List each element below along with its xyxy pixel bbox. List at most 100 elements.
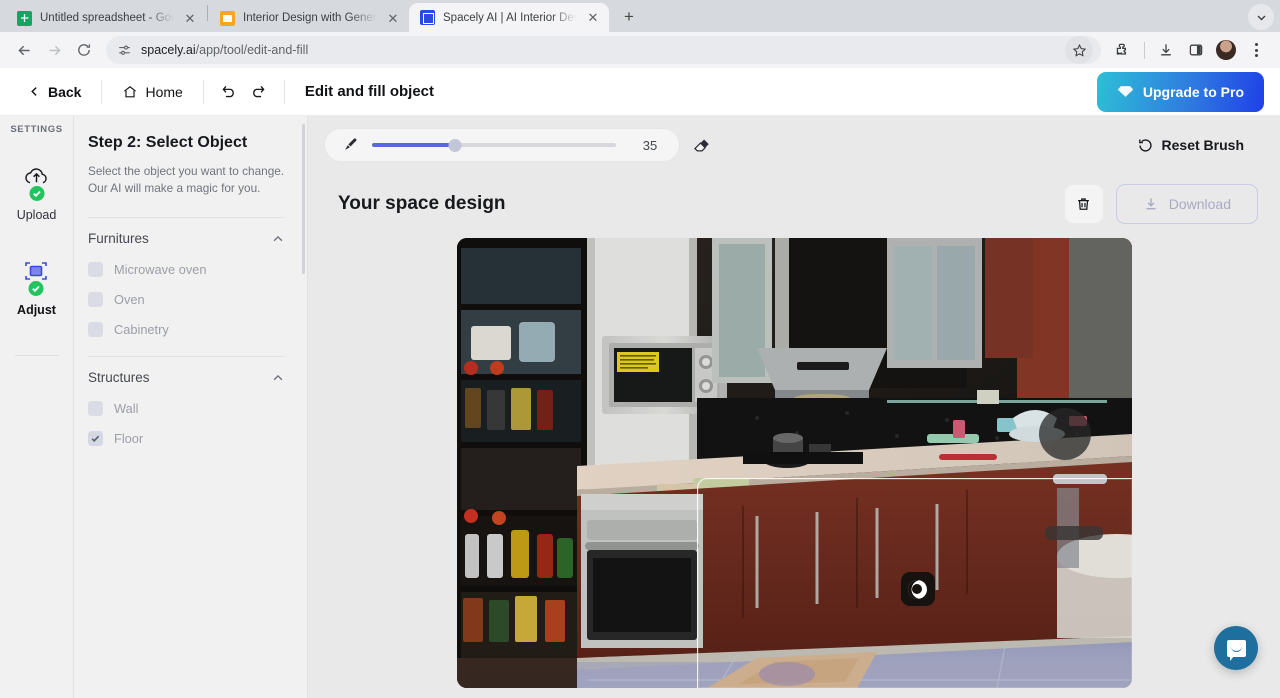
upgrade-to-pro-button[interactable]: Upgrade to Pro	[1097, 72, 1264, 112]
option-label: Oven	[114, 292, 145, 307]
kitchen-photo[interactable]	[457, 238, 1132, 688]
tab-title: Untitled spreadsheet - Google Sheets	[40, 12, 174, 24]
group-title: Structures	[88, 370, 150, 385]
downloads-icon[interactable]	[1152, 36, 1180, 64]
canvas-area: 35 Reset Brush Your space design	[308, 116, 1280, 698]
home-icon	[122, 84, 138, 100]
option-floor[interactable]: Floor	[88, 423, 285, 453]
rail-divider	[15, 355, 59, 356]
brush-size-value: 35	[629, 138, 671, 153]
option-label: Floor	[114, 431, 143, 446]
checkbox[interactable]	[88, 401, 103, 416]
rail-item-label: Adjust	[17, 303, 56, 317]
undo-icon[interactable]	[214, 77, 244, 107]
extensions-icon[interactable]	[1109, 36, 1137, 64]
reset-brush-label: Reset Brush	[1162, 137, 1244, 153]
slider-fill	[372, 143, 455, 147]
option-oven[interactable]: Oven	[88, 284, 285, 314]
tab-title: Spacely AI | AI Interior Design	[443, 12, 577, 24]
google-sheets-icon	[17, 11, 32, 26]
app-header: Back Home Edit and fill object Upgrade t…	[0, 68, 1280, 116]
option-label: Wall	[114, 401, 138, 416]
design-header-row: Your space design Download	[324, 184, 1264, 224]
chevron-up-icon[interactable]	[271, 232, 285, 246]
new-tab-button[interactable]: +	[615, 3, 643, 31]
back-arrow-icon[interactable]	[10, 36, 38, 64]
design-title: Your space design	[338, 193, 506, 215]
download-button-label: Download	[1169, 196, 1231, 212]
forward-arrow-icon[interactable]	[40, 36, 68, 64]
browser-tab-3-active[interactable]: Spacely AI | AI Interior Design ✕	[409, 3, 609, 32]
trash-icon[interactable]	[1064, 184, 1104, 224]
header-divider	[203, 80, 204, 104]
group-title: Furnitures	[88, 231, 149, 246]
group-header-furnitures[interactable]: Furnitures	[88, 231, 285, 246]
option-cabinetry[interactable]: Cabinetry	[88, 314, 285, 344]
paintbrush-icon[interactable]	[341, 136, 359, 154]
back-button[interactable]: Back	[18, 78, 91, 106]
browser-tab-1[interactable]: Untitled spreadsheet - Google Sheets ✕	[6, 4, 206, 32]
site-settings-icon	[117, 43, 132, 58]
window-minimize-button[interactable]	[1248, 4, 1274, 30]
eraser-icon[interactable]	[686, 130, 716, 160]
settings-rail: SETTINGS Upload	[0, 116, 74, 698]
rail-item-adjust[interactable]: Adjust	[17, 256, 56, 317]
bookmark-star-icon[interactable]	[1065, 36, 1093, 64]
back-button-label: Back	[48, 84, 81, 100]
download-button[interactable]: Download	[1116, 184, 1258, 224]
check-icon	[90, 433, 101, 444]
checkbox[interactable]	[88, 322, 103, 337]
tab-close-icon[interactable]: ✕	[385, 10, 401, 26]
reload-icon[interactable]	[70, 36, 98, 64]
browser-tab-2[interactable]: Interior Design with Generative AI ✕	[209, 4, 409, 32]
page-title: Edit and fill object	[305, 83, 434, 100]
chevron-up-icon[interactable]	[271, 371, 285, 385]
option-microwave-oven[interactable]: Microwave oven	[88, 254, 285, 284]
home-button-label: Home	[145, 84, 182, 100]
brush-toolbar: 35 Reset Brush	[324, 128, 1264, 162]
reset-brush-button[interactable]: Reset Brush	[1137, 137, 1264, 154]
spacely-icon	[420, 10, 435, 25]
toolbar-divider	[1144, 42, 1145, 59]
checkbox-checked[interactable]	[88, 431, 103, 446]
tab-close-icon[interactable]: ✕	[585, 10, 601, 26]
option-label: Microwave oven	[114, 262, 206, 277]
brush-size-slider[interactable]	[372, 137, 616, 153]
rail-item-label: Upload	[17, 208, 57, 222]
checkbox[interactable]	[88, 292, 103, 307]
brush-cursor-ring	[908, 580, 927, 599]
brush-size-control[interactable]: 35	[324, 128, 680, 162]
chrome-menu-icon[interactable]	[1242, 36, 1270, 64]
rail-section-label: SETTINGS	[10, 124, 62, 135]
group-header-structures[interactable]: Structures	[88, 370, 285, 385]
upgrade-button-label: Upgrade to Pro	[1143, 84, 1244, 100]
option-label: Cabinetry	[114, 322, 169, 337]
brush-cursor-indicator	[901, 572, 935, 606]
option-wall[interactable]: Wall	[88, 393, 285, 423]
address-bar[interactable]: spacely.ai/app/tool/edit-and-fill	[106, 36, 1101, 64]
side-panel-icon[interactable]	[1182, 36, 1210, 64]
tab-close-icon[interactable]: ✕	[182, 10, 198, 26]
upload-complete-badge	[27, 184, 46, 203]
home-button[interactable]: Home	[112, 78, 192, 106]
design-actions: Download	[1064, 184, 1258, 224]
panel-scrollbar[interactable]	[302, 124, 305, 274]
object-select-panel: Step 2: Select Object Select the object …	[74, 116, 308, 698]
group-furnitures: Furnitures Microwave oven Oven Cabinetry	[88, 217, 285, 344]
chevron-left-icon	[28, 85, 41, 98]
checkbox[interactable]	[88, 262, 103, 277]
browser-tabstrip: Untitled spreadsheet - Google Sheets ✕ I…	[0, 0, 1280, 32]
download-icon	[1143, 196, 1159, 212]
intercom-chat-icon[interactable]	[1214, 626, 1258, 670]
profile-avatar-icon[interactable]	[1216, 40, 1236, 60]
adjust-complete-badge	[27, 279, 46, 298]
slider-thumb[interactable]	[448, 139, 461, 152]
header-divider	[101, 80, 102, 104]
rail-item-upload[interactable]: Upload	[17, 161, 57, 222]
tab-divider	[207, 5, 208, 21]
group-spacer	[88, 344, 285, 356]
tab-title: Interior Design with Generative AI	[243, 12, 377, 24]
redo-icon[interactable]	[244, 77, 274, 107]
group-structures: Structures Wall Floor	[88, 356, 285, 453]
reset-undo-icon	[1137, 137, 1154, 154]
